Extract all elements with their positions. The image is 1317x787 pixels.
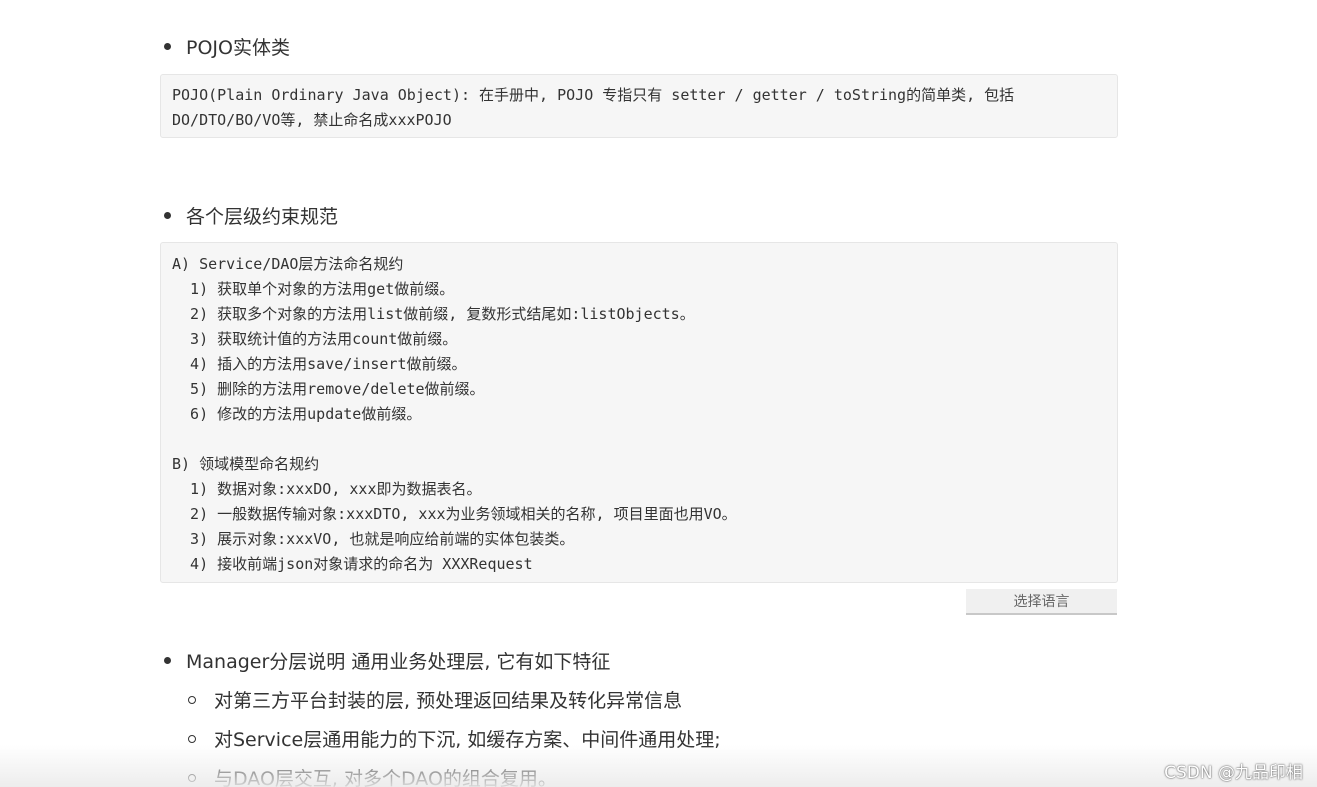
code-line: 4) 插入的方法用save/insert做前缀。: [172, 355, 467, 373]
code-line: 3) 展示对象:xxxVO, 也就是响应给前端的实体包装类。: [172, 530, 575, 548]
language-select[interactable]: 选择语言: [966, 589, 1117, 615]
code-line: 1) 获取单个对象的方法用get做前缀。: [172, 280, 455, 298]
list-item-text: 对第三方平台封装的层, 预处理返回结果及转化异常信息: [214, 690, 683, 712]
bullet-icon: [164, 43, 171, 50]
circle-bullet-icon: [188, 734, 196, 743]
code-line: 1) 数据对象:xxxDO, xxx即为数据表名。: [172, 480, 482, 498]
code-line: 6) 修改的方法用update做前缀。: [172, 405, 422, 423]
manager-heading: Manager分层说明 通用业务处理层, 它有如下特征: [160, 647, 610, 674]
code-line: 5) 删除的方法用remove/delete做前缀。: [172, 380, 485, 398]
article-page: POJO实体类 POJO(Plain Ordinary Java Object)…: [0, 0, 1317, 787]
code-line: 3) 获取统计值的方法用count做前缀。: [172, 330, 458, 348]
bullet-icon: [164, 657, 171, 664]
circle-bullet-icon: [188, 695, 196, 704]
code-line: POJO(Plain Ordinary Java Object): 在手册中, …: [172, 86, 1015, 104]
code-line: DO/DTO/BO/VO等, 禁止命名成xxxPOJO: [172, 111, 452, 129]
language-select-label: 选择语言: [1013, 594, 1070, 610]
code-line: A) Service/DAO层方法命名规约: [172, 255, 404, 273]
bullet-icon: [164, 212, 171, 219]
code-line: 4) 接收前端json对象请求的命名为 XXXRequest: [172, 555, 533, 573]
list-item-text: 对Service层通用能力的下沉, 如缓存方案、中间件通用处理;: [214, 729, 721, 751]
manager-heading-text: Manager分层说明 通用业务处理层, 它有如下特征: [186, 651, 611, 673]
pojo-heading-text: POJO实体类: [186, 37, 290, 59]
watermark: CSDN @九品印相: [1164, 763, 1303, 783]
list-item: 对Service层通用能力的下沉, 如缓存方案、中间件通用处理;: [188, 725, 721, 752]
layers-heading: 各个层级约束规范: [160, 202, 338, 229]
layers-heading-text: 各个层级约束规范: [186, 206, 339, 228]
list-item: 与DAO层交互, 对多个DAO的组合复用。: [188, 764, 557, 787]
list-item-text: 与DAO层交互, 对多个DAO的组合复用。: [214, 768, 557, 787]
list-item: 对第三方平台封装的层, 预处理返回结果及转化异常信息: [188, 686, 682, 713]
circle-bullet-icon: [188, 773, 196, 782]
code-line: B) 领域模型命名规约: [172, 455, 320, 473]
layers-code-block: A) Service/DAO层方法命名规约 1) 获取单个对象的方法用get做前…: [160, 242, 1118, 583]
pojo-code-block: POJO(Plain Ordinary Java Object): 在手册中, …: [160, 74, 1118, 138]
code-line: 2) 一般数据传输对象:xxxDTO, xxx为业务领域相关的名称, 项目里面也…: [172, 505, 737, 523]
code-line: 2) 获取多个对象的方法用list做前缀, 复数形式结尾如:listObject…: [172, 305, 695, 323]
pojo-heading: POJO实体类: [160, 33, 290, 60]
